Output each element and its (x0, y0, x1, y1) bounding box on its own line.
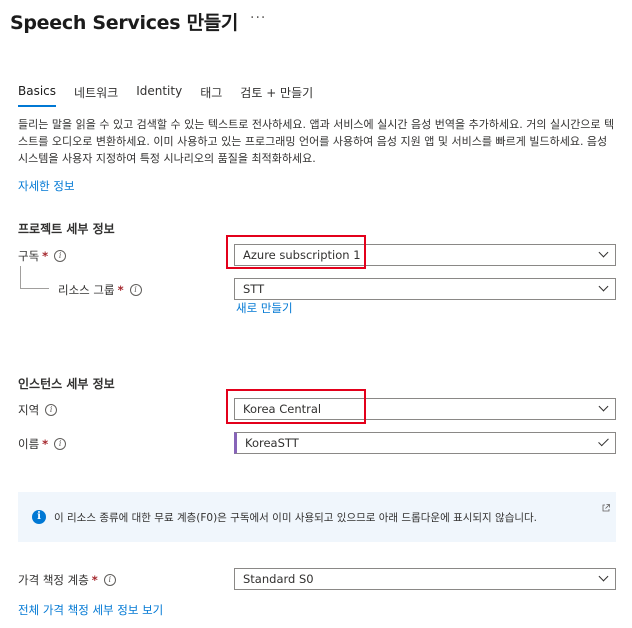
pricing-tier-label-text: 가격 책정 계층 (18, 573, 89, 587)
info-icon[interactable]: i (103, 574, 116, 586)
tab-network[interactable]: 네트워크 (74, 84, 118, 107)
info-circle-icon: i (32, 510, 46, 524)
resource-group-label-text: 리소스 그룹 (58, 283, 115, 297)
tab-tags[interactable]: 태그 (200, 84, 222, 107)
subscription-value: Azure subscription 1 (243, 248, 361, 262)
create-new-resource-group-link[interactable]: 새로 만들기 (236, 300, 293, 316)
chevron-down-icon (593, 244, 615, 266)
subscription-dropdown[interactable]: Azure subscription 1 (234, 244, 616, 266)
checkmark-icon (593, 432, 615, 454)
name-label-text: 이름 (18, 437, 40, 451)
region-label: 지역 i (18, 402, 58, 418)
region-label-text: 지역 (18, 403, 40, 417)
required-marker: * (91, 573, 98, 587)
info-icon[interactable]: i (129, 284, 142, 296)
pricing-tier-label: 가격 책정 계층 * i (18, 572, 116, 588)
info-icon[interactable]: i (45, 404, 58, 416)
instance-details-header: 인스턴스 세부 정보 (18, 377, 115, 391)
required-marker: * (117, 283, 124, 297)
project-details-header: 프로젝트 세부 정보 (18, 222, 115, 236)
name-value: KoreaSTT (245, 436, 299, 450)
chevron-down-icon (593, 568, 615, 590)
chevron-down-icon (593, 398, 615, 420)
external-link-icon[interactable] (602, 504, 610, 512)
subscription-label-text: 구독 (18, 249, 40, 263)
pricing-tier-value: Standard S0 (243, 572, 314, 586)
learn-more-link[interactable]: 자세한 정보 (18, 178, 75, 194)
region-dropdown[interactable]: Korea Central (234, 398, 616, 420)
chevron-down-icon (593, 278, 615, 300)
required-marker: * (42, 249, 49, 263)
name-label: 이름 * i (18, 436, 67, 452)
info-icon[interactable]: i (54, 438, 67, 450)
tab-identity[interactable]: Identity (136, 84, 182, 107)
info-icon[interactable]: i (54, 250, 67, 262)
pricing-details-link[interactable]: 전체 가격 책정 세부 정보 보기 (18, 602, 163, 618)
pricing-tier-dropdown[interactable]: Standard S0 (234, 568, 616, 590)
service-description: 들리는 말을 읽을 수 있고 검색할 수 있는 텍스트로 전사하세요. 앱과 서… (18, 118, 615, 165)
subscription-label: 구독 * i (18, 248, 67, 264)
tab-basics[interactable]: Basics (18, 84, 57, 107)
name-input[interactable]: KoreaSTT (234, 432, 616, 454)
resource-group-value: STT (243, 282, 265, 296)
banner-message: 이 리소스 종류에 대한 무료 계층(F0)은 구독에서 이미 사용되고 있으므… (54, 512, 538, 524)
tab-review-create[interactable]: 검토 + 만들기 (240, 84, 313, 107)
page-title: Speech Services 만들기 (10, 12, 239, 34)
info-banner: i 이 리소스 종류에 대한 무료 계층(F0)은 구독에서 이미 사용되고 있… (18, 492, 616, 542)
resource-group-dropdown[interactable]: STT (234, 278, 616, 300)
more-options-icon[interactable]: ··· (250, 10, 266, 26)
region-value: Korea Central (243, 402, 322, 416)
tab-bar: Basics 네트워크 Identity 태그 검토 + 만들기 (18, 84, 331, 107)
tree-connector (20, 266, 49, 289)
required-marker: * (42, 437, 49, 451)
resource-group-label: 리소스 그룹 * i (58, 282, 142, 298)
